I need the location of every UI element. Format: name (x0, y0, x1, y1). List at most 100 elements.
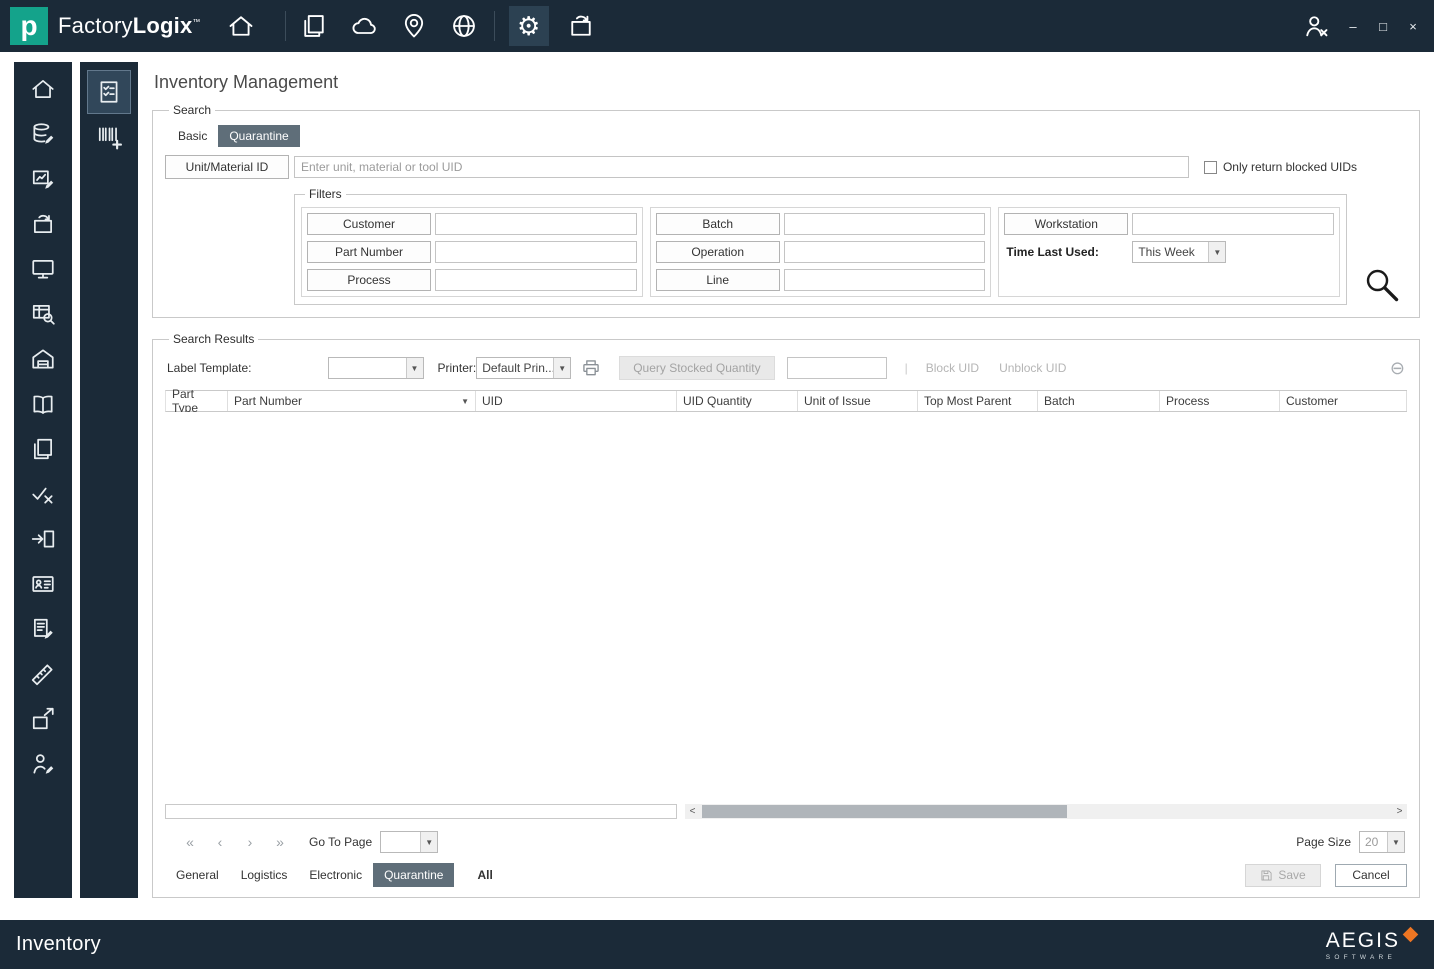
previous-page-button[interactable]: ‹ (213, 834, 227, 850)
column-process[interactable]: Process (1160, 391, 1280, 411)
printer-select[interactable]: Default Prin... ▼ (476, 357, 572, 379)
warehouse-icon[interactable] (30, 346, 56, 372)
restore-box-icon[interactable] (567, 12, 595, 40)
quality-check-icon[interactable] (30, 481, 56, 507)
unblock-uid-button[interactable]: Unblock UID (999, 361, 1066, 375)
column-uid[interactable]: UID (476, 391, 677, 411)
edit-document-icon[interactable] (30, 616, 56, 642)
column-uid-quantity[interactable]: UID Quantity (677, 391, 798, 411)
data-restore-icon[interactable] (30, 211, 56, 237)
save-button[interactable]: Save (1245, 863, 1321, 887)
time-last-used-select[interactable]: This Week ▼ (1132, 241, 1227, 263)
materials-database-icon[interactable] (30, 121, 56, 147)
settings-tab-active[interactable]: ⚙ (508, 6, 549, 46)
tab-quarantine-bottom[interactable]: Quarantine (373, 863, 455, 887)
chevron-down-icon[interactable]: ▼ (1387, 832, 1404, 852)
column-part-number[interactable]: Part Number ▼ (228, 391, 476, 411)
go-to-page-select[interactable]: ▼ (380, 831, 439, 853)
block-uid-button[interactable]: Block UID (926, 361, 979, 375)
print-icon[interactable] (581, 358, 601, 378)
next-page-button[interactable]: › (243, 834, 257, 850)
globe-icon[interactable] (450, 12, 478, 40)
operation-filter-input[interactable] (783, 241, 986, 263)
batch-filter-input[interactable] (783, 213, 986, 235)
design-ruler-icon[interactable] (30, 661, 56, 687)
scroll-right-button[interactable]: > (1392, 804, 1407, 819)
cloud-icon[interactable] (350, 12, 378, 40)
location-pin-icon[interactable] (400, 12, 428, 40)
customer-filter-button[interactable]: Customer (307, 213, 431, 235)
label-template-select[interactable]: ▼ (327, 357, 424, 379)
unit-material-id-input[interactable] (294, 156, 1189, 178)
line-filter-button[interactable]: Line (655, 269, 780, 291)
search-button[interactable] (1363, 265, 1403, 305)
grid-search-icon[interactable] (30, 301, 56, 327)
part-number-filter-input[interactable] (435, 241, 637, 263)
bottom-tabs-row: General Logistics Electronic Quarantine … (165, 863, 1407, 887)
results-table-body (165, 412, 1407, 804)
unit-material-id-button[interactable]: Unit/Material ID (165, 155, 289, 179)
scroll-thumb[interactable] (702, 805, 1067, 818)
process-filter-button[interactable]: Process (307, 269, 431, 291)
tab-logistics[interactable]: Logistics (230, 863, 299, 887)
copy-pages-icon[interactable] (30, 436, 56, 462)
chevron-down-icon[interactable]: ▼ (405, 358, 423, 378)
stocked-quantity-input[interactable] (786, 357, 887, 379)
close-button[interactable]: × (1406, 19, 1420, 34)
user-question-icon[interactable] (30, 751, 56, 777)
chevron-down-icon[interactable]: ▼ (553, 358, 571, 378)
tab-electronic[interactable]: Electronic (298, 863, 373, 887)
documentation-book-icon[interactable] (30, 391, 56, 417)
barcode-add-icon[interactable] (96, 124, 122, 150)
home-icon[interactable] (227, 12, 255, 40)
workstation-filter-button[interactable]: Workstation (1004, 213, 1129, 235)
workstation-monitor-icon[interactable] (30, 256, 56, 282)
only-blocked-checkbox[interactable] (1203, 160, 1217, 174)
sort-desc-icon: ▼ (461, 396, 469, 406)
column-customer[interactable]: Customer (1280, 391, 1407, 411)
receive-arrow-box-icon[interactable] (30, 526, 56, 552)
operation-filter-button[interactable]: Operation (655, 241, 780, 263)
minimize-button[interactable]: – (1346, 19, 1360, 34)
query-stocked-quantity-button[interactable]: Query Stocked Quantity (619, 356, 775, 380)
tab-all[interactable]: All (466, 863, 503, 887)
filters-box-2: Batch Operation Line (649, 207, 992, 297)
engineering-chart-icon[interactable] (30, 166, 56, 192)
tab-quarantine[interactable]: Quarantine (218, 125, 300, 147)
filters-groupbox: Filters Customer Part Number Process Bat… (294, 187, 1347, 305)
page-size-select[interactable]: 20 ▼ (1359, 831, 1405, 853)
scroll-track[interactable] (700, 804, 1392, 819)
batch-filter-button[interactable]: Batch (655, 213, 780, 235)
column-unit-of-issue[interactable]: Unit of Issue (798, 391, 918, 411)
pagination-bar: « ‹ › » Go To Page ▼ Page Size 20 ▼ (165, 831, 1407, 853)
part-number-filter-button[interactable]: Part Number (307, 241, 431, 263)
maximize-button[interactable]: □ (1376, 19, 1390, 34)
chevron-down-icon[interactable]: ▼ (1208, 242, 1226, 262)
user-logout-icon[interactable] (1302, 12, 1330, 40)
cancel-button[interactable]: Cancel (1335, 863, 1407, 887)
tab-basic[interactable]: Basic (167, 125, 218, 147)
home-icon[interactable] (30, 76, 56, 102)
tab-general[interactable]: General (165, 863, 230, 887)
scroll-left-button[interactable]: < (685, 804, 700, 819)
column-top-most-parent[interactable]: Top Most Parent (918, 391, 1038, 411)
column-part-type[interactable]: Part Type (166, 387, 228, 415)
line-filter-input[interactable] (783, 269, 986, 291)
chevron-down-icon[interactable]: ▼ (420, 832, 438, 852)
aegis-logo: AEGIS SOFTWARE (1326, 926, 1419, 961)
first-page-button[interactable]: « (183, 834, 197, 850)
filters-box-3: Workstation Time Last Used: This Week ▼ (998, 207, 1341, 297)
inventory-checklist-tab-active[interactable] (87, 70, 131, 114)
workstation-filter-input[interactable] (1132, 213, 1335, 235)
id-card-icon[interactable] (30, 571, 56, 597)
customer-filter-input[interactable] (435, 213, 637, 235)
frozen-scroll-track[interactable] (165, 804, 677, 819)
documents-icon[interactable] (300, 12, 328, 40)
process-filter-input[interactable] (435, 269, 637, 291)
last-page-button[interactable]: » (273, 834, 287, 850)
ship-box-icon[interactable] (30, 706, 56, 732)
column-batch[interactable]: Batch (1038, 391, 1160, 411)
aegis-diamond-icon (1402, 926, 1419, 942)
minus-circle-icon[interactable]: ⊖ (1390, 359, 1405, 377)
time-last-used-label: Time Last Used: (1006, 245, 1099, 259)
